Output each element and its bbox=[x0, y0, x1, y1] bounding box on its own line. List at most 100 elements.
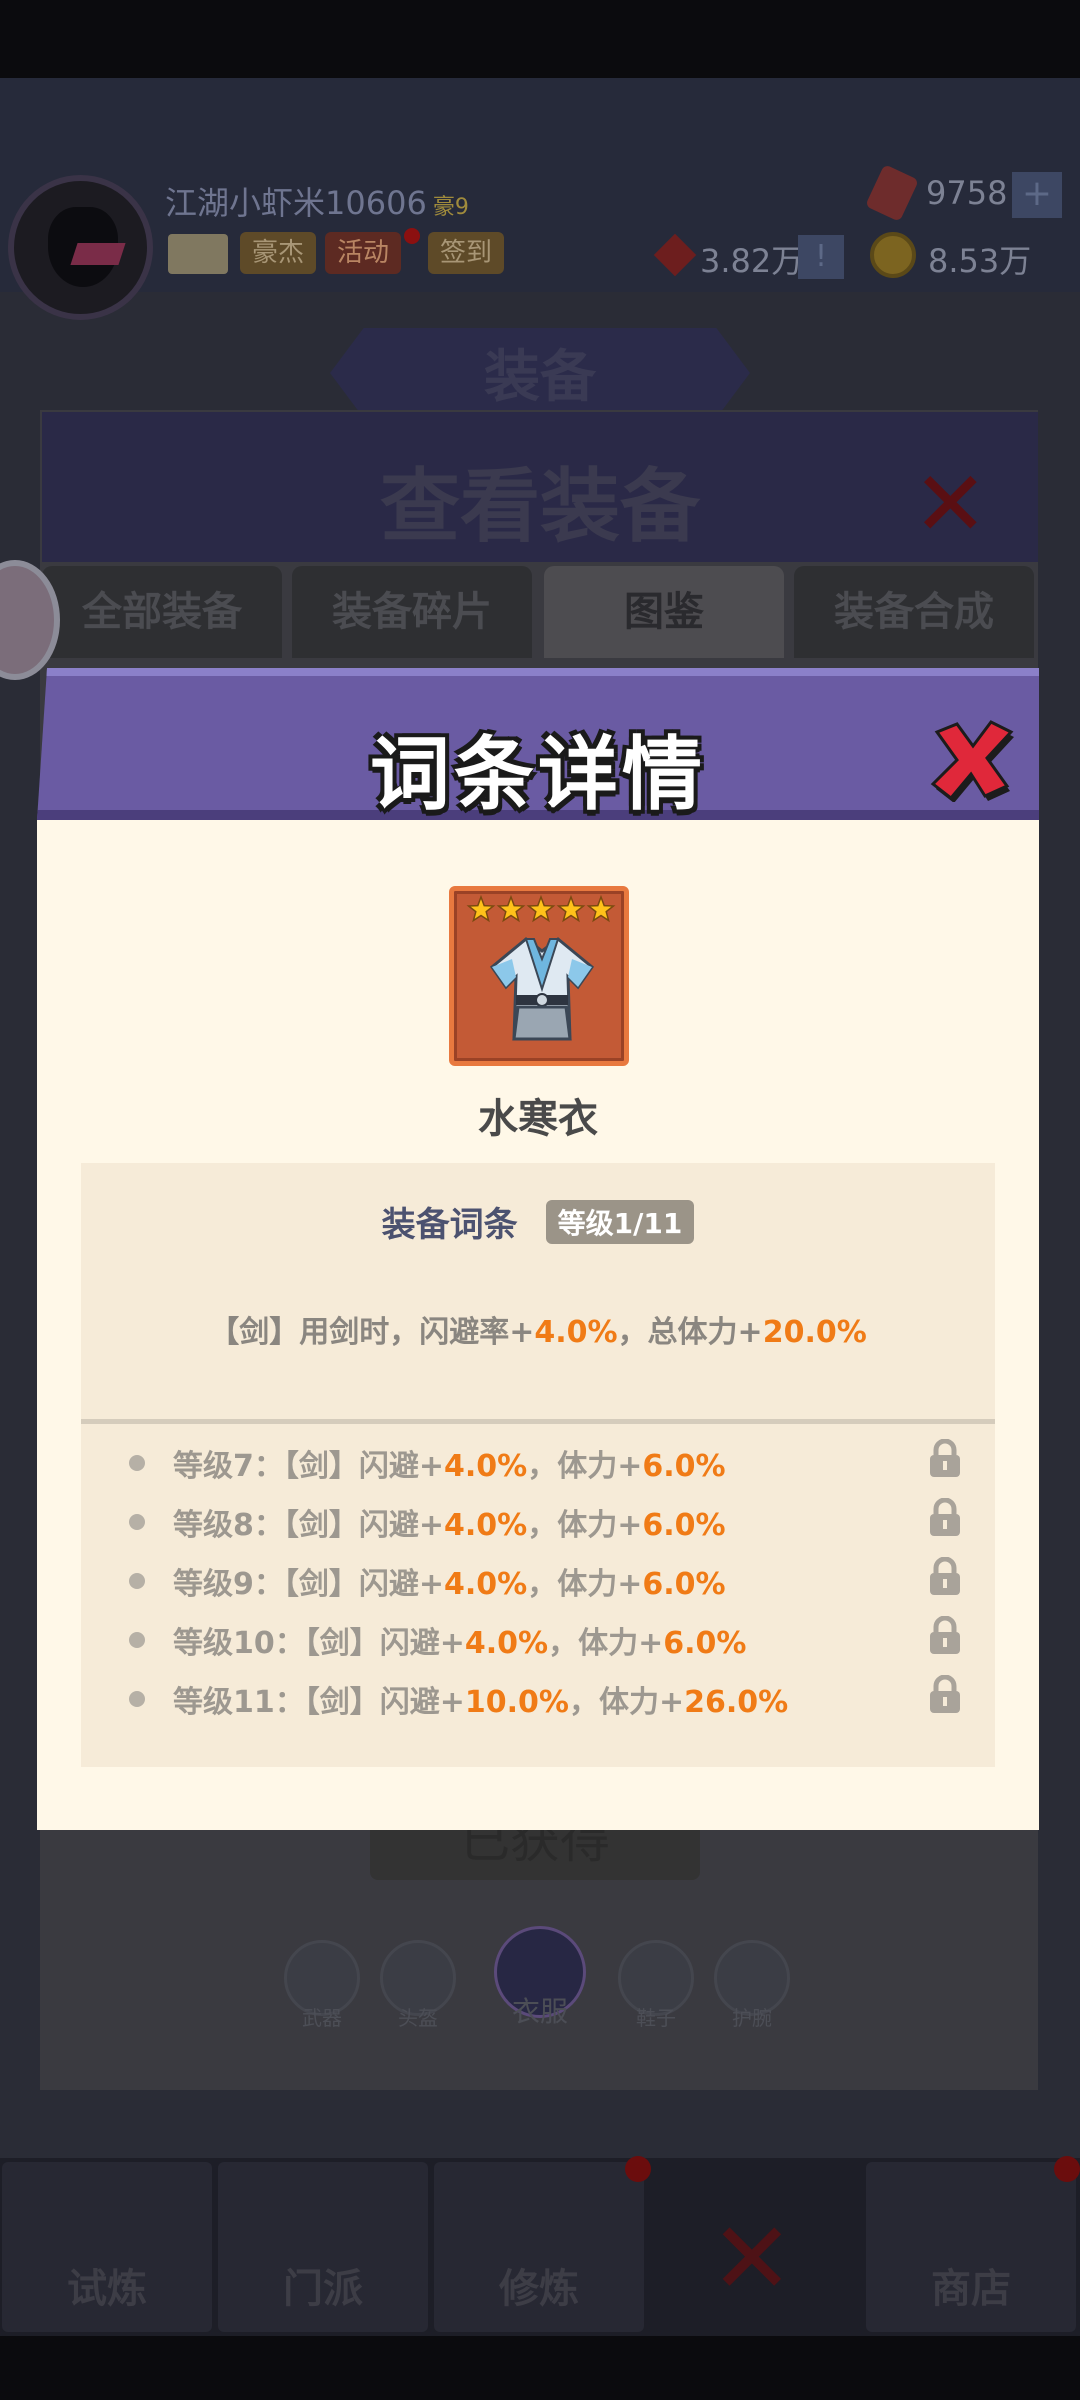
nav-sect-label: 门派 bbox=[283, 2266, 363, 2312]
lock-icon bbox=[930, 1616, 960, 1654]
star-icon bbox=[556, 895, 586, 923]
item-name: 水寒衣 bbox=[478, 1096, 598, 1142]
nav-shop-label: 商店 bbox=[931, 2266, 1011, 2312]
star-icon bbox=[526, 895, 556, 923]
level-11-prefix: 等级11：【剑】闪避+ bbox=[173, 1685, 465, 1720]
tab-equipment-fragments[interactable]: 装备碎片 bbox=[292, 566, 532, 658]
affix-title: 装备词条 bbox=[381, 1205, 518, 1245]
close-icon[interactable]: ✕ bbox=[913, 452, 988, 557]
player-name-text: 江湖小虾米10606 bbox=[165, 184, 427, 222]
close-icon[interactable] bbox=[927, 714, 1015, 802]
bullet-icon bbox=[129, 1514, 145, 1530]
avatar[interactable] bbox=[8, 175, 153, 320]
affix-desc-prefix: 【剑】用剑时，闪避率+ bbox=[209, 1315, 535, 1350]
level-affix-text: 等级11：【剑】闪避+10.0%，体力+26.0% bbox=[173, 1677, 788, 1721]
nav-trial[interactable]: 试炼 bbox=[2, 2162, 212, 2332]
level-10-stamina: 6.0% bbox=[663, 1626, 747, 1661]
list-item: 等级8：【剑】闪避+4.0%，体力+6.0% bbox=[81, 1492, 995, 1550]
bullet-icon bbox=[129, 1691, 145, 1707]
item-icon-frame bbox=[449, 886, 629, 1066]
star-icon bbox=[586, 895, 616, 923]
lock-icon bbox=[930, 1498, 960, 1536]
power-info-button[interactable]: ! bbox=[798, 235, 844, 279]
nav-shop[interactable]: 商店 bbox=[866, 2162, 1076, 2332]
level-9-dodge: 4.0% bbox=[444, 1567, 528, 1602]
level-8-mid: ，体力+ bbox=[527, 1508, 643, 1543]
bullet-icon bbox=[129, 1455, 145, 1471]
heroes-button[interactable]: 豪杰 bbox=[240, 232, 317, 274]
slot-shoes-label: 鞋子 bbox=[636, 2006, 676, 2030]
slot-selector: 武器 头盔 衣服 鞋子 护腕 bbox=[280, 1926, 820, 2040]
affix-panel: 装备词条 等级1/11 【剑】用剑时，闪避率+4.0%，总体力+20.0% 等级7… bbox=[81, 1163, 995, 1767]
affix-description: 【剑】用剑时，闪避率+4.0%，总体力+20.0% bbox=[81, 1307, 995, 1351]
nav-trial-label: 试炼 bbox=[67, 2266, 147, 2312]
nav-cultivate-dot bbox=[625, 2156, 651, 2182]
slot-weapon-label: 武器 bbox=[302, 2006, 342, 2030]
level-9-prefix: 等级9：【剑】闪避+ bbox=[173, 1567, 445, 1602]
bullet-icon bbox=[129, 1573, 145, 1589]
gold-coin-icon bbox=[870, 232, 916, 278]
equipment-tabs: 全部装备 装备碎片 图鉴 装备合成 bbox=[42, 566, 1038, 658]
lock-icon bbox=[930, 1439, 960, 1477]
level-affix-text: 等级7：【剑】闪避+4.0%，体力+6.0% bbox=[173, 1441, 726, 1485]
robe-icon bbox=[489, 937, 595, 1041]
slot-bracer-label: 护腕 bbox=[732, 2006, 772, 2030]
star-icon bbox=[466, 895, 496, 923]
level-8-dodge: 4.0% bbox=[444, 1508, 528, 1543]
nav-cultivate-label: 修炼 bbox=[499, 2266, 579, 2312]
nav-shop-dot bbox=[1054, 2156, 1080, 2182]
level-9-mid: ，体力+ bbox=[527, 1567, 643, 1602]
dialog-header: 词条详情 bbox=[37, 668, 1039, 820]
event-button[interactable]: 活动 bbox=[325, 232, 402, 274]
dialog-title: 词条详情 bbox=[370, 728, 706, 821]
nav-sect[interactable]: 门派 bbox=[218, 2162, 428, 2332]
screen-title-ribbon: 装备 bbox=[330, 328, 750, 418]
list-item: 等级11：【剑】闪避+10.0%，体力+26.0% bbox=[81, 1669, 995, 1727]
level-8-stamina: 6.0% bbox=[642, 1508, 726, 1543]
bullet-icon bbox=[129, 1632, 145, 1648]
avatar-mask bbox=[70, 243, 126, 265]
level-7-mid: ，体力+ bbox=[527, 1449, 643, 1484]
tab-codex[interactable]: 图鉴 bbox=[544, 566, 784, 658]
nav-close-icon[interactable]: ✕ bbox=[710, 2200, 794, 2317]
level-11-dodge: 10.0% bbox=[464, 1685, 569, 1720]
player-name: 江湖小虾米10606 豪9 bbox=[165, 178, 469, 224]
gem-count: 9758 bbox=[926, 174, 1008, 212]
level-8-prefix: 等级8：【剑】闪避+ bbox=[173, 1508, 445, 1543]
affix-detail-dialog: 词条详情 水寒衣 装备词条 等级1/11 【剑】用剑时，闪避率+4.0%，总体力+… bbox=[37, 668, 1039, 1830]
mail-icon[interactable] bbox=[168, 234, 228, 274]
lock-icon bbox=[930, 1557, 960, 1595]
checkin-button[interactable]: 签到 bbox=[428, 232, 505, 274]
equipment-panel-title: 查看装备 bbox=[380, 460, 700, 553]
affix-current: 装备词条 等级1/11 【剑】用剑时，闪避率+4.0%，总体力+20.0% bbox=[81, 1163, 995, 1423]
tab-all-equipment[interactable]: 全部装备 bbox=[42, 566, 282, 658]
affix-stamina-value: 20.0% bbox=[762, 1315, 867, 1350]
level-10-prefix: 等级10：【剑】闪避+ bbox=[173, 1626, 465, 1661]
list-item: 等级9：【剑】闪避+4.0%，体力+6.0% bbox=[81, 1551, 995, 1609]
affix-header: 装备词条 等级1/11 bbox=[81, 1197, 995, 1246]
lock-icon bbox=[930, 1675, 960, 1713]
level-7-stamina: 6.0% bbox=[642, 1449, 726, 1484]
event-notification-dot bbox=[404, 228, 420, 244]
level-7-dodge: 4.0% bbox=[444, 1449, 528, 1484]
gold-count: 8.53万 bbox=[928, 242, 1032, 280]
list-item: 等级7：【剑】闪避+4.0%，体力+6.0% bbox=[81, 1433, 995, 1491]
vip-level: 豪9 bbox=[432, 195, 469, 220]
affix-desc-mid: ，总体力+ bbox=[617, 1315, 763, 1350]
add-gems-button[interactable]: + bbox=[1012, 172, 1062, 218]
affix-divider bbox=[81, 1419, 995, 1424]
tab-equipment-synthesis[interactable]: 装备合成 bbox=[794, 566, 1034, 658]
level-affix-text: 等级10：【剑】闪避+4.0%，体力+6.0% bbox=[173, 1618, 746, 1662]
level-10-dodge: 4.0% bbox=[464, 1626, 549, 1661]
gesture-bar bbox=[0, 2336, 1080, 2400]
affix-level-badge: 等级1/11 bbox=[545, 1199, 695, 1244]
top-bar bbox=[0, 78, 1080, 292]
slot-helmet-label: 头盔 bbox=[398, 2006, 438, 2030]
star-icon bbox=[496, 895, 526, 923]
level-11-mid: ，体力+ bbox=[568, 1685, 685, 1720]
slot-clothes-label: 衣服 bbox=[511, 1995, 568, 2028]
level-affix-text: 等级8：【剑】闪避+4.0%，体力+6.0% bbox=[173, 1500, 726, 1544]
nav-cultivate[interactable]: 修炼 bbox=[434, 2162, 644, 2332]
equipment-panel-header: 查看装备 ✕ bbox=[42, 412, 1038, 562]
level-7-prefix: 等级7：【剑】闪避+ bbox=[173, 1449, 445, 1484]
